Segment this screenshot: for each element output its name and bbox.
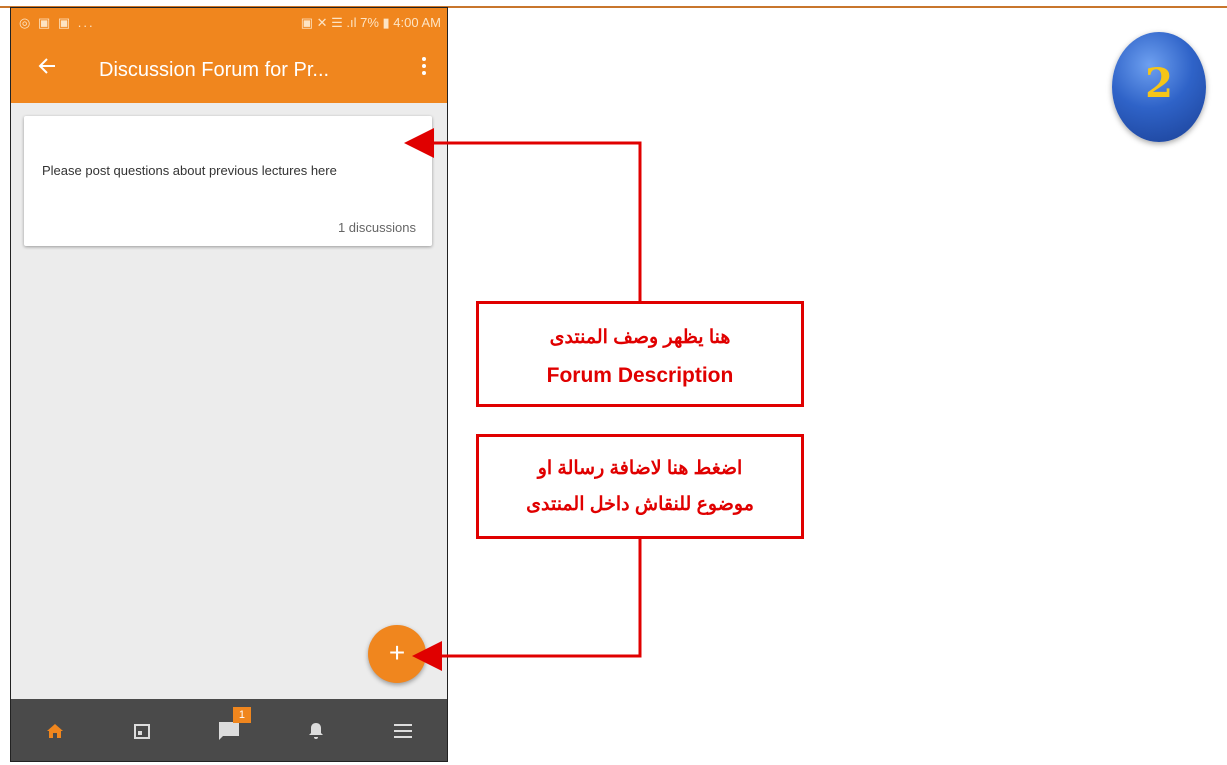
add-discussion-callout: اضغط هنا لاضافة رسالة او موضوع للنقاش دا… — [476, 434, 804, 539]
callout-add-line1: اضغط هنا لاضافة رسالة او — [537, 458, 743, 479]
forum-description-callout: هنا يظهر وصف المنتدى Forum Description — [476, 301, 804, 407]
step-number-badge: 2 — [1112, 32, 1206, 142]
callout-add-line2: موضوع للنقاش داخل المنتدى — [526, 494, 754, 515]
arrow-to-description — [404, 128, 642, 301]
callout-description-arabic: هنا يظهر وصف المنتدى — [549, 327, 731, 348]
step-number: 2 — [1145, 60, 1173, 107]
arrow-to-add-button — [412, 539, 642, 671]
callout-description-english: Forum Description — [546, 364, 734, 387]
